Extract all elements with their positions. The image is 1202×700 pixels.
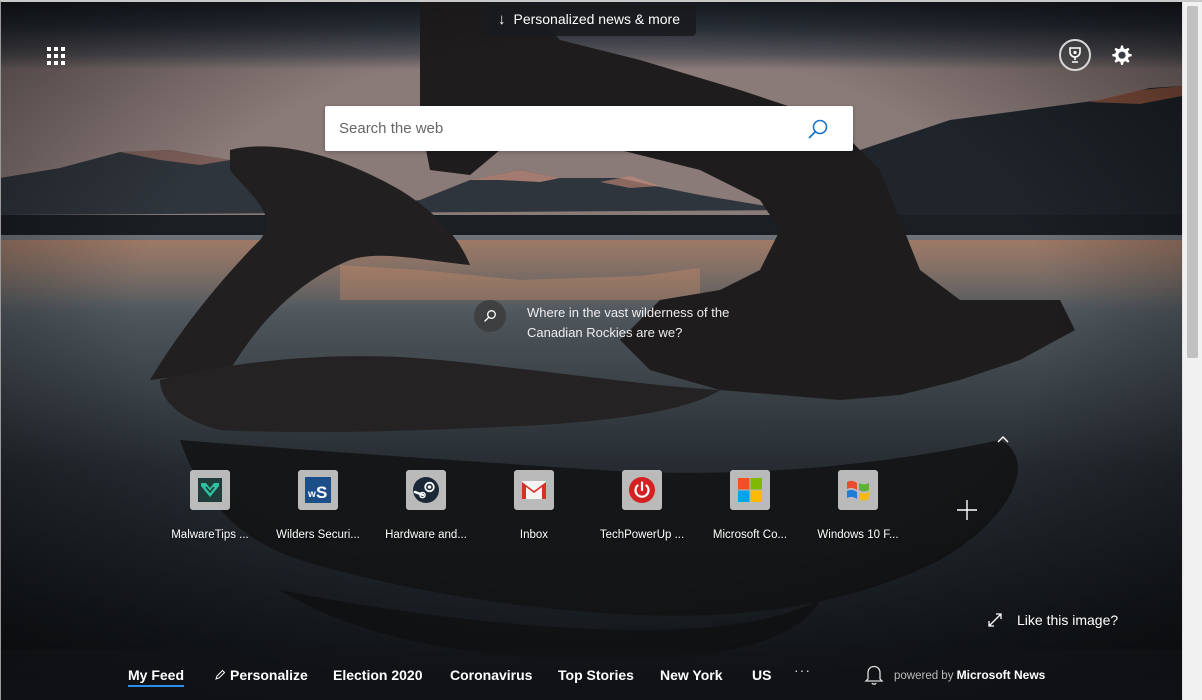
arrow-down-icon: ↓ <box>497 10 506 28</box>
page-scrollbar[interactable] <box>1182 0 1202 700</box>
svg-text:S: S <box>316 483 327 502</box>
powered-by-credit: powered by Microsoft News <box>894 668 1045 682</box>
feed-navigation-bar: My Feed Personalize Election 2020 Corona… <box>0 650 1182 700</box>
quick-links: MalwareTips ... w S Wilders Securi... Ha… <box>156 470 912 541</box>
quick-link-label: Wilders Securi... <box>276 529 360 541</box>
grid-dot <box>54 54 58 58</box>
search-input[interactable] <box>339 120 805 137</box>
quick-link-microsoft-community[interactable]: Microsoft Co... <box>696 470 804 541</box>
quick-link-label: MalwareTips ... <box>171 529 249 541</box>
grid-dot <box>61 54 65 58</box>
wilders-glyph: w S <box>305 477 331 503</box>
plus-icon <box>957 500 977 520</box>
scrollbar-thumb[interactable] <box>1187 6 1198 358</box>
powered-by-prefix: powered by <box>894 670 954 682</box>
microsoft-logo-icon <box>730 470 770 510</box>
grid-dot <box>54 61 58 65</box>
power-glyph <box>629 477 655 503</box>
wilders-security-logo-icon: w S <box>298 470 338 510</box>
image-info-question: Where in the vast wilderness of the Cana… <box>527 305 730 340</box>
steam-logo-icon <box>406 470 446 510</box>
tab-new-york[interactable]: New York <box>660 667 723 683</box>
quick-link-label: TechPowerUp ... <box>599 529 685 541</box>
tab-election-2020[interactable]: Election 2020 <box>333 667 423 683</box>
tab-top-stories[interactable]: Top Stories <box>558 667 634 683</box>
pencil-icon <box>215 669 226 680</box>
bell-icon[interactable] <box>864 664 884 686</box>
quick-link-hardware[interactable]: Hardware and... <box>372 470 480 541</box>
grid-dot <box>47 61 51 65</box>
microsoft-news-brand: Microsoft News <box>956 668 1046 682</box>
tab-coronavirus[interactable]: Coronavirus <box>450 667 532 683</box>
tab-label: Top Stories <box>558 667 634 683</box>
add-quick-link-button[interactable] <box>953 496 981 524</box>
techpowerup-logo-icon <box>622 470 662 510</box>
windows-flag-glyph <box>847 480 869 501</box>
search-button[interactable] <box>805 116 831 142</box>
quick-link-windows10-forums[interactable]: Windows 10 F... <box>804 470 912 541</box>
grid-dot <box>47 47 51 51</box>
malwaretips-logo-icon <box>190 470 230 510</box>
quick-link-label: Windows 10 F... <box>817 529 899 541</box>
expand-icon <box>988 613 1002 627</box>
quick-link-label: Hardware and... <box>385 529 467 541</box>
image-info-hotspot[interactable]: Where in the vast wilderness of the Cana… <box>474 300 767 343</box>
microsoft-glyph <box>738 478 762 502</box>
quick-link-label: Inbox <box>519 529 549 541</box>
grid-dot <box>61 61 65 65</box>
search-bar <box>325 106 853 151</box>
svg-text:w: w <box>307 489 316 500</box>
quick-link-wilders-security[interactable]: w S Wilders Securi... <box>264 470 372 541</box>
malwaretips-glyph <box>198 478 222 502</box>
like-this-image-label: Like this image? <box>1017 612 1119 628</box>
quick-link-malwaretips[interactable]: MalwareTips ... <box>156 470 264 541</box>
collapse-quick-links-button[interactable] <box>992 430 1014 448</box>
tab-label: My Feed <box>128 667 185 683</box>
tab-label: Personalize <box>230 667 308 683</box>
steam-glyph <box>413 477 439 503</box>
magnifier-glyph <box>484 310 496 322</box>
rewards-button[interactable] <box>1059 39 1091 71</box>
gmail-logo-icon <box>514 470 554 510</box>
tab-personalize[interactable]: Personalize <box>214 667 308 683</box>
apps-launcher-button[interactable] <box>40 40 72 72</box>
gmail-glyph <box>522 481 546 499</box>
tab-label: Coronavirus <box>450 667 533 683</box>
chevron-up-icon <box>997 436 1009 443</box>
grid-dot <box>61 47 65 51</box>
quick-link-label: Microsoft Co... <box>712 529 788 541</box>
tab-label: US <box>752 667 772 683</box>
quick-link-inbox[interactable]: Inbox <box>480 470 588 541</box>
grid-dot <box>47 54 51 58</box>
tab-us[interactable]: US <box>752 667 771 683</box>
trophy-icon <box>1069 47 1081 63</box>
windows-logo-icon <box>838 470 878 510</box>
settings-button[interactable] <box>1107 39 1137 71</box>
grid-dot <box>54 47 58 51</box>
tab-label: New York <box>660 667 723 683</box>
lake-landscape-illustration <box>0 0 1182 700</box>
like-this-image-button[interactable]: Like this image? <box>987 612 1118 628</box>
gear-icon <box>1112 45 1132 65</box>
background-image <box>0 0 1182 700</box>
more-tabs-button[interactable]: ··· <box>794 662 811 678</box>
image-search-icon <box>474 300 506 332</box>
tab-label: Election 2020 <box>333 667 423 683</box>
quick-link-techpowerup[interactable]: TechPowerUp ... <box>588 470 696 541</box>
tab-my-feed[interactable]: My Feed <box>128 667 185 687</box>
personalized-news-button[interactable]: ↓ Personalized news & more <box>482 2 696 36</box>
personalized-news-label: Personalized news & more <box>513 11 681 27</box>
search-icon <box>808 119 828 138</box>
